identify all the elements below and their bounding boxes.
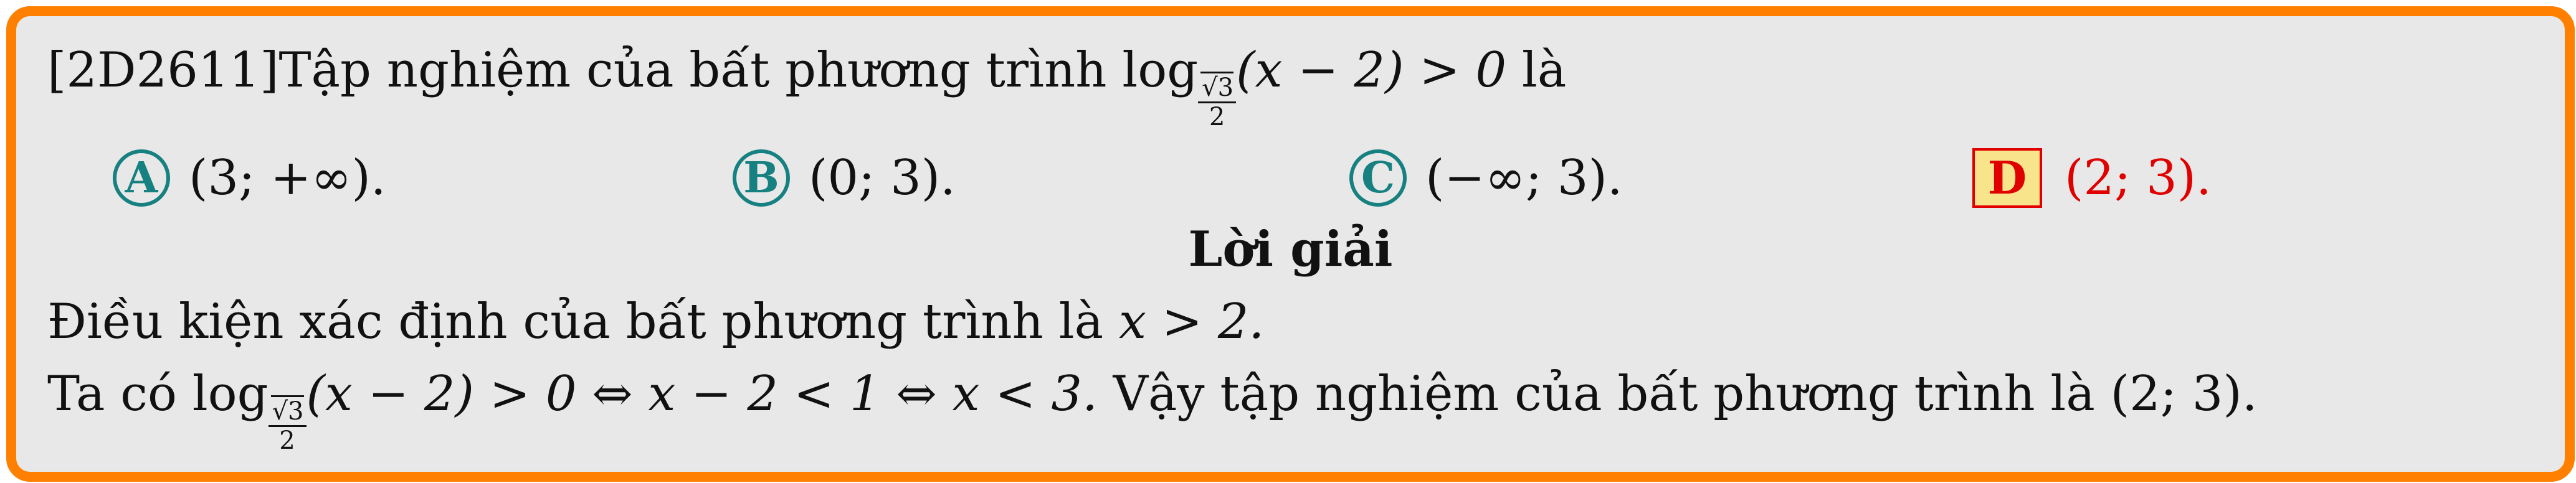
option-d-badge: D bbox=[1972, 148, 2042, 208]
solution-line-1-text: Điều kiện xác định của bất phương trình … bbox=[47, 294, 1104, 350]
log-base: √3 2 bbox=[1198, 72, 1237, 131]
option-c-text: (−∞; 3). bbox=[1425, 150, 1623, 206]
solution-line-1-math: x > 2. bbox=[1118, 294, 1265, 350]
option-c[interactable]: C (−∞; 3). bbox=[1349, 144, 1623, 212]
question-card: [2D2611]Tập nghiệm của bất phương trình … bbox=[6, 6, 2575, 482]
option-b-badge: B bbox=[733, 149, 790, 207]
option-d-text: (2; 3). bbox=[2065, 150, 2212, 206]
problem-text: Tập nghiệm của bất phương trình bbox=[278, 42, 1107, 98]
solution-log-word: log bbox=[192, 366, 269, 422]
solution-log-base: √3 2 bbox=[268, 395, 307, 455]
solution-log-base-num: √3 bbox=[270, 395, 304, 426]
solution-line-2-end: Vậy tập nghiệm của bất phương trình là (… bbox=[1113, 366, 2258, 422]
option-a[interactable]: A (3; +∞). bbox=[113, 144, 386, 212]
solution-line-2-math: (x − 2) > 0 ⇔ x − 2 < 1 ⇔ x < 3. bbox=[306, 366, 1098, 422]
option-b[interactable]: B (0; 3). bbox=[733, 144, 956, 212]
option-a-text: (3; +∞). bbox=[189, 150, 386, 206]
solution-line-2: Ta có log √3 2 (x − 2) > 0 ⇔ x − 2 < 1 ⇔ x … bbox=[47, 370, 2258, 453]
log-word: log bbox=[1122, 42, 1199, 98]
stem-end: là bbox=[1521, 42, 1567, 98]
problem-code: [2D2611] bbox=[47, 42, 279, 98]
option-c-badge: C bbox=[1349, 149, 1407, 207]
log-base-den: 2 bbox=[1209, 103, 1225, 131]
option-a-badge: A bbox=[113, 149, 170, 207]
solution-log-base-den: 2 bbox=[279, 426, 295, 455]
option-b-text: (0; 3). bbox=[809, 150, 956, 206]
log-base-num: √3 bbox=[1200, 72, 1234, 102]
solution-line-2-start: Ta có bbox=[47, 366, 177, 422]
option-d-correct[interactable]: D (2; 3). bbox=[1972, 144, 2212, 212]
solution-line-1: Điều kiện xác định của bất phương trình … bbox=[47, 298, 1264, 346]
solution-heading: Lời giải bbox=[1188, 221, 1393, 278]
log-arg: (x − 2) > 0 bbox=[1236, 42, 1507, 98]
problem-stem: [2D2611]Tập nghiệm của bất phương trình … bbox=[47, 46, 1566, 129]
options-row: A (3; +∞). B (0; 3). C (−∞; 3). D (2; 3)… bbox=[16, 144, 2565, 212]
